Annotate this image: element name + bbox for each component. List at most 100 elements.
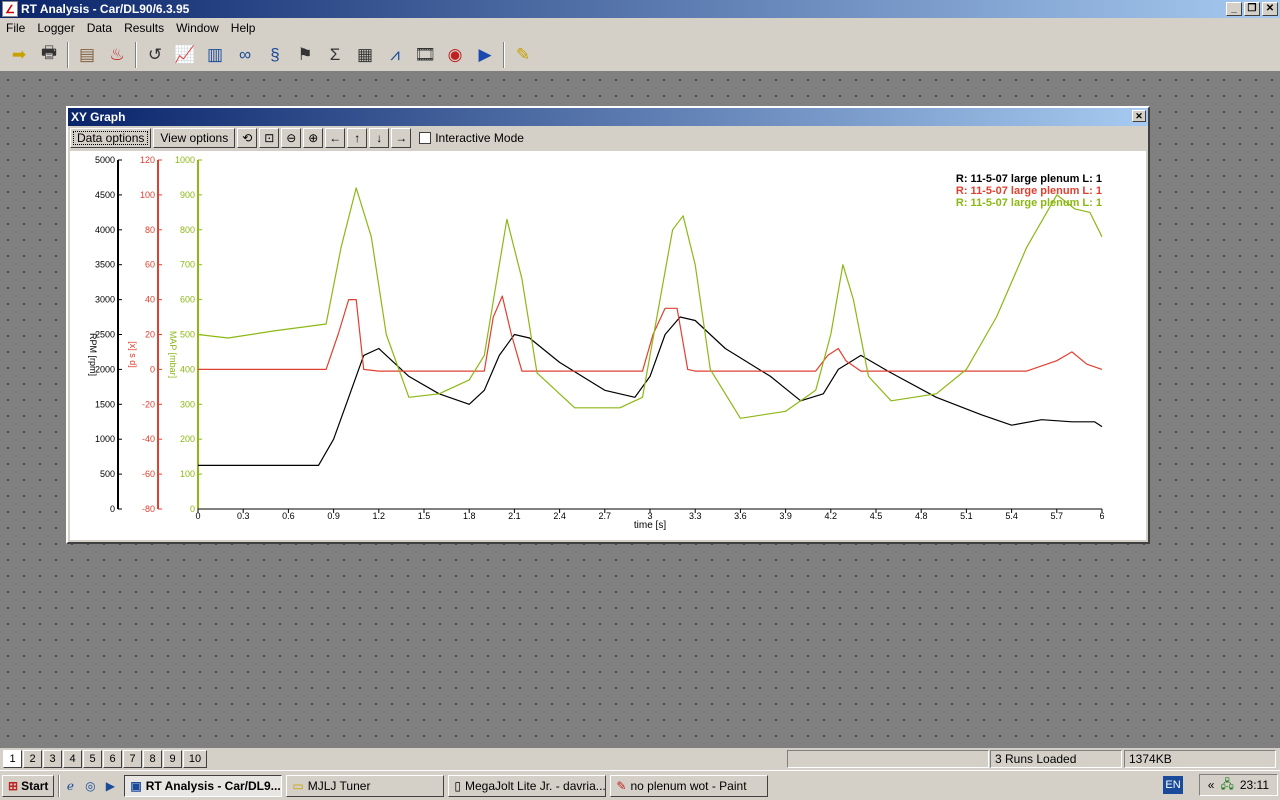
status-memory: 1374KB bbox=[1124, 750, 1276, 768]
legend-entry: R: 11-5-07 large plenum L: 1 bbox=[956, 173, 1102, 185]
y-tick-label: 500 bbox=[100, 469, 115, 479]
xy-graph-title: XY Graph bbox=[71, 110, 126, 124]
status-runs-loaded: 3 Runs Loaded bbox=[990, 750, 1122, 768]
film-icon[interactable]: 🎞 bbox=[410, 40, 440, 70]
x-tick-label: 1.8 bbox=[463, 511, 476, 521]
tray-expand-icon[interactable]: « bbox=[1208, 778, 1215, 792]
x-tick-label: 5.4 bbox=[1005, 511, 1018, 521]
zoom-select-icon[interactable]: ⊕ bbox=[303, 128, 324, 148]
worksheet-tab-10[interactable]: 10 bbox=[183, 750, 207, 768]
help-icon[interactable]: ✎ bbox=[508, 40, 538, 70]
worksheet-tab-4[interactable]: 4 bbox=[63, 750, 82, 768]
task-megajolt[interactable]: ▯ MegaJolt Lite Jr. - davria... bbox=[448, 774, 607, 797]
menu-results[interactable]: Results bbox=[118, 21, 170, 35]
play-icon[interactable]: ▶ bbox=[470, 40, 500, 70]
pan-down-icon[interactable]: ↓ bbox=[369, 128, 390, 148]
y-tick-label: 1500 bbox=[95, 399, 115, 409]
y-tick-label: 60 bbox=[145, 260, 155, 270]
menu-window[interactable]: Window bbox=[170, 21, 225, 35]
video-link-icon[interactable]: ∞ bbox=[230, 40, 260, 70]
series-line-0 bbox=[198, 316, 1103, 466]
task-rt-analysis[interactable]: ▣ RT Analysis - Car/DL9... bbox=[124, 774, 283, 797]
restore-button[interactable]: ❐ bbox=[1244, 2, 1260, 16]
data-options-button[interactable]: Data options bbox=[70, 128, 152, 148]
close-button[interactable]: ✕ bbox=[1262, 2, 1278, 16]
document-icon: ▯ bbox=[454, 778, 462, 793]
legend-entry: R: 11-5-07 large plenum L: 1 bbox=[956, 185, 1102, 197]
y-tick-label: 600 bbox=[180, 295, 195, 305]
clipboard-icon[interactable]: ▤ bbox=[72, 40, 102, 70]
graph-icon[interactable]: 📈 bbox=[170, 40, 200, 70]
pan-up-icon[interactable]: ↑ bbox=[347, 128, 368, 148]
series-line-2 bbox=[197, 187, 1103, 419]
x-tick-label: 3.3 bbox=[689, 511, 702, 521]
open-file-icon[interactable]: ➡ bbox=[4, 40, 34, 70]
x-tick-label: 2.4 bbox=[553, 511, 566, 521]
xy-graph-close-button[interactable]: ✕ bbox=[1132, 110, 1146, 122]
graph-area[interactable]: 0 500 1000 1500 2000 2500 3000 3500 4000 4500 5000… bbox=[70, 151, 1146, 540]
pan-right-icon[interactable]: → bbox=[391, 128, 412, 148]
y-tick-label: 20 bbox=[145, 330, 155, 340]
task-paint[interactable]: ✎ no plenum wot - Paint bbox=[610, 774, 769, 797]
y-axis-label: [x] s d] bbox=[128, 341, 138, 368]
view-options-button[interactable]: View options bbox=[153, 128, 236, 148]
x-tick-label: 0.6 bbox=[282, 511, 295, 521]
y-tick-label: 40 bbox=[145, 295, 155, 305]
xy-chart[interactable]: 0500100015002000250030003500400045005000… bbox=[70, 151, 1146, 540]
xy-graph-title-bar: XY Graph ✕ bbox=[68, 108, 1148, 126]
x-tick-label: 1.2 bbox=[373, 511, 386, 521]
ie-icon[interactable]: ℯ bbox=[60, 776, 80, 796]
y-tick-label: 5000 bbox=[95, 155, 115, 165]
main-toolbar: ➡ 🖶 ▤ ♨ ↺ 📈 ▥ ∞ § ⚑ Σ ▦ ⩘ 🎞 ◉ ▶ ✎ bbox=[0, 38, 1280, 72]
pan-left-icon[interactable]: ← bbox=[325, 128, 346, 148]
clock[interactable]: 23:11 bbox=[1240, 778, 1269, 792]
task-mjlj-tuner[interactable]: ▭ MJLJ Tuner bbox=[286, 774, 445, 797]
system-tray: « 🖧 23:11 bbox=[1198, 774, 1278, 796]
x-tick-label: 3.6 bbox=[734, 511, 747, 521]
network-icon[interactable]: 🖧 bbox=[1220, 775, 1233, 796]
printer-icon[interactable]: 🖶 bbox=[34, 40, 64, 70]
y-tick-label: -60 bbox=[142, 469, 155, 479]
worksheet-tab-1[interactable]: 1 bbox=[3, 750, 22, 768]
menu-bar: File Logger Data Results Window Help bbox=[0, 18, 1280, 38]
menu-data[interactable]: Data bbox=[81, 21, 118, 35]
language-indicator[interactable]: EN bbox=[1163, 776, 1183, 794]
interactive-mode-checkbox[interactable]: Interactive Mode bbox=[419, 131, 524, 145]
gauge-icon[interactable]: ◉ bbox=[440, 40, 470, 70]
worksheet-tab-5[interactable]: 5 bbox=[83, 750, 102, 768]
x-axis-label: time [s] bbox=[634, 520, 666, 531]
zoom-reset-icon[interactable]: ⟲ bbox=[237, 128, 258, 148]
bar-chart-icon[interactable]: ▥ bbox=[200, 40, 230, 70]
checkbox-box[interactable] bbox=[419, 132, 432, 144]
worksheet-tab-2[interactable]: 2 bbox=[23, 750, 42, 768]
menu-file[interactable]: File bbox=[0, 21, 31, 35]
worksheet-tab-6[interactable]: 6 bbox=[103, 750, 122, 768]
zoom-out-icon[interactable]: ⊖ bbox=[281, 128, 302, 148]
media-player-icon[interactable]: ▶ bbox=[100, 776, 120, 796]
table-icon[interactable]: ▦ bbox=[350, 40, 380, 70]
logger-icon[interactable]: ♨ bbox=[102, 40, 132, 70]
worksheet-tab-9[interactable]: 9 bbox=[163, 750, 182, 768]
circuit-icon[interactable]: § bbox=[260, 40, 290, 70]
y-tick-label: 4000 bbox=[95, 225, 115, 235]
start-button[interactable]: ⊞ Start bbox=[2, 774, 55, 797]
y-tick-label: 4500 bbox=[95, 190, 115, 200]
x-tick-label: 5.7 bbox=[1051, 511, 1064, 521]
zoom-box-icon[interactable]: ⊡ bbox=[259, 128, 280, 148]
worksheet-tab-7[interactable]: 7 bbox=[123, 750, 142, 768]
sum-icon[interactable]: Σ bbox=[320, 40, 350, 70]
menu-logger[interactable]: Logger bbox=[31, 21, 80, 35]
lap-flag-icon[interactable]: ⚑ bbox=[290, 40, 320, 70]
x-tick-label: 3.9 bbox=[779, 511, 792, 521]
track-map-icon[interactable]: ↺ bbox=[140, 40, 170, 70]
multi-graph-icon[interactable]: ⩘ bbox=[380, 40, 410, 70]
start-label: Start bbox=[21, 778, 49, 793]
worksheet-tab-8[interactable]: 8 bbox=[143, 750, 162, 768]
worksheet-tab-3[interactable]: 3 bbox=[43, 750, 62, 768]
x-tick-label: 1.5 bbox=[418, 511, 431, 521]
explorer-icon[interactable]: ◎ bbox=[80, 776, 100, 796]
x-tick-label: 2.1 bbox=[508, 511, 521, 521]
menu-help[interactable]: Help bbox=[225, 21, 262, 35]
minimize-button[interactable]: _ bbox=[1226, 2, 1242, 16]
y-tick-label: 1000 bbox=[95, 434, 115, 444]
